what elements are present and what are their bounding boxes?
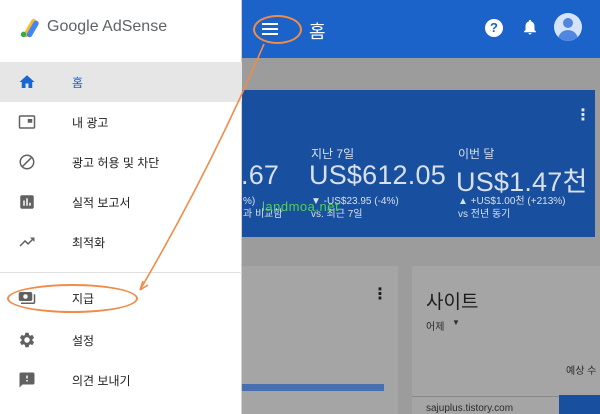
stat-month-value: US$1.47천 [456, 167, 588, 197]
nav-item-home[interactable]: 홈 [0, 62, 242, 102]
card-more-icon[interactable]: ⋮ [575, 108, 591, 124]
nav-item-feedback[interactable]: 의견 보내기 [0, 360, 242, 400]
ads-icon [18, 115, 36, 129]
stat-7day-value: US$612.05 [309, 160, 446, 190]
report-icon [20, 195, 34, 209]
nav-item-label: 의견 보내기 [72, 374, 131, 388]
nav-item-label: 내 광고 [72, 116, 109, 130]
nav-item-my-ads[interactable]: 내 광고 [0, 102, 242, 142]
sites-row-url[interactable]: sajuplus.tistory.com [426, 403, 513, 414]
nav-item-label: 홈 [72, 76, 84, 90]
performance-more-icon[interactable]: ⋮ [372, 287, 388, 303]
nav-item-label: 설정 [72, 334, 95, 348]
performance-bar [242, 384, 384, 391]
stat-today-value: .67 [241, 160, 280, 190]
watermark-text: landmoa.net [262, 199, 340, 214]
drawer-divider [0, 272, 242, 273]
sites-title: 사이트 [426, 292, 479, 313]
block-icon [19, 154, 35, 170]
navigation-drawer: Google AdSense 홈 내 광고 광고 허용 및 차단 실적 보고서 … [0, 0, 242, 414]
nav-item-label: 최적화 [72, 236, 106, 250]
notifications-bell-icon[interactable] [521, 17, 539, 37]
nav-item-optimization[interactable]: 최적화 [0, 222, 242, 262]
stat-month-change: ▲ +US$1.00천 (+213%) [458, 196, 566, 207]
app-logo-text: Google AdSense [47, 18, 168, 35]
sites-period-select[interactable]: 어제 [426, 318, 444, 333]
nav-item-ad-review[interactable]: 광고 허용 및 차단 [0, 142, 242, 182]
feedback-icon [19, 372, 35, 388]
page-title: 홈 [309, 22, 326, 42]
nav-item-label: 실적 보고서 [72, 196, 131, 210]
home-icon [19, 75, 35, 88]
nav-item-settings[interactable]: 설정 [0, 320, 242, 360]
help-icon[interactable]: ? [485, 19, 503, 37]
stat-today-change: %) [243, 196, 256, 207]
settings-icon [19, 332, 35, 348]
sites-column-header: 예상 수 [566, 366, 597, 377]
account-avatar[interactable] [554, 13, 582, 41]
sites-row-bar [559, 395, 600, 414]
adsense-logo-icon [20, 18, 39, 38]
chevron-down-icon[interactable]: ▼ [452, 318, 460, 327]
payments-highlight [7, 284, 138, 313]
trending-icon [19, 237, 35, 247]
nav-item-reports[interactable]: 실적 보고서 [0, 182, 242, 222]
nav-item-label: 광고 허용 및 차단 [72, 156, 160, 170]
stat-month-compare: vs 전년 동기 [458, 209, 511, 220]
menu-highlight [253, 15, 302, 44]
